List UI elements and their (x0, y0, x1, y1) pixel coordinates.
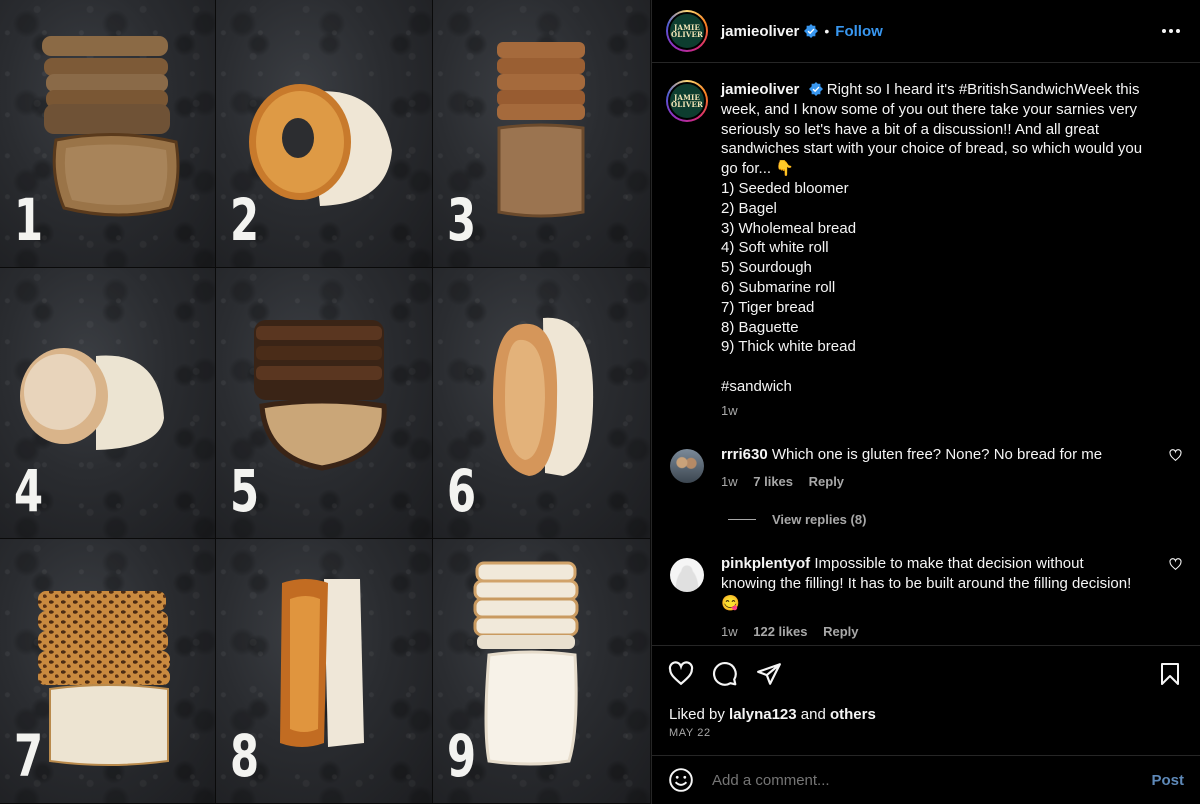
author-username[interactable]: jamieoliver (721, 23, 799, 40)
bread-option: 8) Baguette (721, 318, 799, 336)
tile-number: 5 (230, 457, 260, 525)
bread-tile-seeded-bloomer: 1 (0, 0, 216, 268)
comment-item: rrri630 Which one is gluten free? None? … (652, 445, 1200, 493)
post-header: JAMIE OLIVER jamieoliver • Follow (652, 0, 1200, 63)
more-options-icon[interactable] (1160, 22, 1182, 40)
caption-hashtag[interactable]: #sandwich (721, 377, 1161, 397)
add-comment-bar: Post (652, 755, 1200, 804)
liked-by-user[interactable]: lalyna123 (729, 706, 797, 723)
action-bar (652, 646, 1200, 702)
verified-badge-icon (804, 24, 819, 38)
commenter-avatar[interactable] (670, 448, 704, 483)
comment-username[interactable]: rrri630 (721, 446, 768, 463)
bread-tile-baguette: 8 (216, 539, 433, 804)
bread-option: 3) Wholemeal bread (721, 219, 857, 237)
view-replies-label[interactable]: View replies (8) (772, 512, 866, 527)
bread-tile-bagel: 2 (216, 0, 433, 268)
add-comment-input[interactable] (712, 771, 1152, 789)
like-comment-heart-icon[interactable] (1169, 558, 1182, 571)
liked-by-others[interactable]: others (830, 706, 876, 723)
tile-number: 9 (447, 722, 477, 790)
bread-tile-sourdough: 5 (216, 268, 433, 539)
bread-tile-wholemeal: 3 (433, 0, 651, 268)
follow-button[interactable]: Follow (835, 23, 883, 40)
emoji-icon[interactable] (668, 767, 694, 793)
reply-button[interactable]: Reply (823, 624, 858, 639)
tile-number: 2 (230, 186, 260, 254)
bread-tile-thick-white-bread: 9 (433, 539, 651, 804)
comment-body: pinkplentyof Impossible to make that dec… (721, 554, 1141, 641)
verified-badge-icon (808, 82, 823, 96)
post-actions: Liked by lalyna123 and others MAY 22 (652, 645, 1200, 755)
like-comment-heart-icon[interactable] (1169, 448, 1182, 462)
comment-item: pinkplentyof Impossible to make that dec… (652, 554, 1200, 641)
reply-button[interactable]: Reply (809, 474, 844, 489)
view-replies-button[interactable]: View replies (8) (728, 512, 1200, 527)
bread-option: 2) Bagel (721, 199, 777, 217)
avatar-text-line2: OLIVER (670, 100, 704, 109)
bread-options-list: 1) Seeded bloomer 2) Bagel 3) Wholemeal … (721, 179, 1161, 357)
comment-likes[interactable]: 122 likes (753, 624, 807, 639)
post-side-panel: JAMIE OLIVER jamieoliver • Follow JAMIE … (651, 0, 1200, 804)
bread-tile-tiger-bread: 7 (0, 539, 216, 804)
caption-body: jamieoliver Right so I heard it's #Briti… (721, 80, 1161, 421)
heart-icon[interactable] (668, 661, 694, 687)
comment-username[interactable]: pinkplentyof (721, 555, 810, 572)
post-caption: JAMIE OLIVER jamieoliver Right so I hear… (652, 64, 1200, 421)
replies-line (728, 519, 756, 521)
comment-meta: 1w 122 likes Reply (721, 622, 1141, 642)
comment-likes[interactable]: 7 likes (753, 474, 793, 489)
comment-text: Which one is gluten free? None? No bread… (771, 445, 1103, 463)
tile-number: 8 (230, 722, 260, 790)
post-comment-button[interactable]: Post (1151, 772, 1184, 789)
caption-avatar[interactable]: JAMIE OLIVER (666, 80, 708, 122)
tile-number: 4 (14, 457, 44, 525)
liked-by: Liked by lalyna123 and others (652, 706, 1200, 723)
bread-option: 7) Tiger bread (721, 298, 815, 316)
comment-age: 1w (721, 623, 738, 639)
commenter-avatar[interactable] (670, 558, 704, 593)
bookmark-icon[interactable] (1158, 662, 1182, 686)
tile-number: 1 (14, 186, 44, 254)
tile-number: 7 (14, 722, 44, 790)
bread-option: 1) Seeded bloomer (721, 179, 849, 197)
avatar-text-line2: OLIVER (670, 30, 704, 39)
tile-number: 6 (447, 457, 477, 525)
comment-age: 1w (721, 474, 738, 490)
bread-option: 9) Thick white bread (721, 338, 856, 356)
comment-body: rrri630 Which one is gluten free? None? … (721, 445, 1141, 493)
caption-username[interactable]: jamieoliver (721, 81, 799, 98)
bread-option: 6) Submarine roll (721, 278, 836, 296)
liked-by-conj: and (800, 706, 826, 723)
liked-by-prefix: Liked by (669, 706, 725, 723)
comments-scroll-area[interactable]: JAMIE OLIVER jamieoliver Right so I hear… (652, 64, 1200, 644)
tile-number: 3 (447, 186, 477, 254)
author-avatar[interactable]: JAMIE OLIVER (666, 10, 708, 52)
bread-option: 5) Sourdough (721, 259, 812, 277)
post-date: MAY 22 (669, 727, 711, 739)
bread-option: 4) Soft white roll (721, 239, 829, 257)
caption-age: 1w (721, 402, 738, 418)
share-icon[interactable] (756, 661, 782, 687)
comment-icon[interactable] (712, 661, 738, 687)
separator-dot: • (824, 23, 830, 39)
comment-meta: 1w 7 likes Reply (721, 472, 1141, 492)
bread-tile-submarine-roll: 6 (433, 268, 651, 539)
bread-tile-soft-white-roll: 4 (0, 268, 216, 539)
post-image-grid: 1 2 3 4 5 6 7 8 9 (0, 0, 651, 804)
